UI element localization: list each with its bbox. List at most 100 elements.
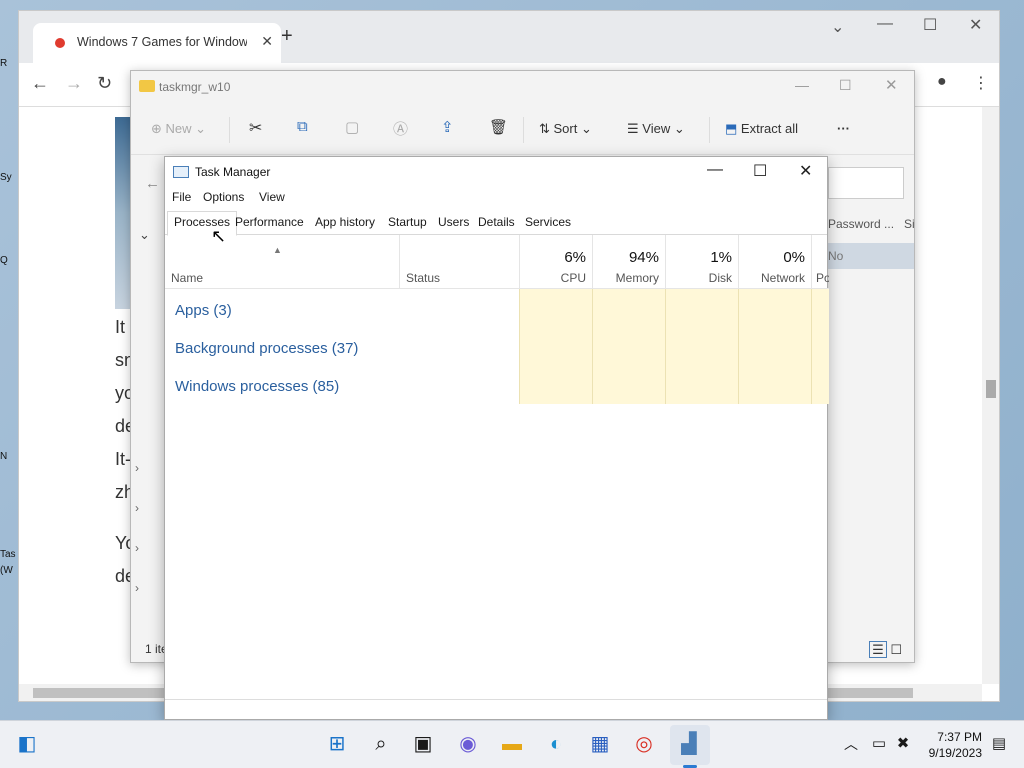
tiles-view-icon[interactable]: ☐ xyxy=(890,642,902,657)
network-label: Network xyxy=(760,271,805,285)
tab-users[interactable]: Users xyxy=(438,215,469,229)
column-disk[interactable]: 1% Disk xyxy=(665,235,738,289)
disk-heat-cell xyxy=(665,289,738,404)
maximize-icon[interactable]: ☐ xyxy=(753,161,767,181)
sort-button[interactable]: ⇅ Sort ⌄ xyxy=(539,121,592,137)
chat-icon[interactable]: ◉ xyxy=(455,731,481,757)
more-options-icon[interactable]: ··· xyxy=(837,121,850,136)
chevron-down-icon[interactable]: ⌄ xyxy=(139,227,150,243)
cpu-label: CPU xyxy=(560,271,586,285)
desktop-label-tas[interactable]: Tas xyxy=(0,549,18,560)
file-explorer-icon[interactable]: ▬ xyxy=(499,731,525,757)
view-icon: ☰ xyxy=(627,121,643,136)
minimize-icon[interactable]: — xyxy=(877,15,893,33)
minimize-icon[interactable]: — xyxy=(707,161,723,179)
tab-search-icon[interactable]: ⌄ xyxy=(831,17,844,37)
share-icon[interactable]: ⇪ xyxy=(441,118,454,136)
task-manager-icon[interactable]: ▟ xyxy=(676,731,702,757)
group-windows-processes[interactable]: Windows processes (85) xyxy=(175,378,339,395)
profile-icon[interactable]: ● xyxy=(937,73,947,91)
browser-tab[interactable]: Windows 7 Games for Windows ✕ xyxy=(33,23,281,63)
column-size[interactable]: Si xyxy=(904,217,915,231)
chevron-up-icon[interactable]: ︿ xyxy=(838,731,864,757)
new-button[interactable]: ⊕ New ⌄ xyxy=(151,121,206,137)
browser-tab-bar: Windows 7 Games for Windows ✕ + ⌄ — ☐ ✕ xyxy=(19,11,999,63)
scroll-thumb[interactable] xyxy=(986,380,996,398)
menu-icon[interactable]: ⋮ xyxy=(973,73,989,93)
widgets-icon[interactable]: ◧ xyxy=(14,731,40,757)
reload-icon[interactable]: ↻ xyxy=(97,73,112,94)
forward-icon[interactable]: → xyxy=(65,73,83,94)
edge-icon[interactable]: ◐ xyxy=(543,731,569,757)
tab-startup[interactable]: Startup xyxy=(388,215,427,229)
close-icon[interactable]: ✕ xyxy=(969,15,982,35)
desktop-label-w[interactable]: (W xyxy=(0,565,18,576)
new-tab-button[interactable]: + xyxy=(281,25,293,48)
cut-icon[interactable]: ✂ xyxy=(249,118,262,138)
disk-percent: 1% xyxy=(710,249,732,266)
vertical-scrollbar[interactable] xyxy=(982,107,999,684)
minimize-icon[interactable]: — xyxy=(795,77,809,93)
close-tab-icon[interactable]: ✕ xyxy=(261,33,273,50)
chevron-right-icon[interactable]: › xyxy=(135,501,139,515)
delete-icon[interactable]: 🗑 xyxy=(489,118,508,136)
details-view-icon[interactable]: ☰ xyxy=(869,641,887,658)
column-password[interactable]: Password ... xyxy=(828,217,894,231)
article-image xyxy=(115,117,131,309)
chevron-right-icon[interactable]: › xyxy=(135,581,139,595)
clock-time: 7:37 PM xyxy=(937,730,982,744)
system-clock[interactable]: 7:37 PM 9/19/2023 xyxy=(929,729,982,761)
maximize-icon[interactable]: ☐ xyxy=(839,77,852,94)
close-icon[interactable]: ✕ xyxy=(885,76,898,94)
tab-performance[interactable]: Performance xyxy=(235,215,304,229)
paste-icon[interactable]: ▢ xyxy=(345,118,359,136)
view-button[interactable]: ☰ View ⌄ xyxy=(627,121,685,137)
search-input[interactable] xyxy=(828,167,904,199)
tab-details[interactable]: Details xyxy=(478,215,515,229)
column-power[interactable]: Po xyxy=(811,235,829,289)
network-icon[interactable]: ▭ xyxy=(866,731,892,757)
close-icon[interactable]: ✕ xyxy=(799,161,812,181)
column-cpu[interactable]: 6% CPU xyxy=(519,235,592,289)
desktop-label-n[interactable]: N xyxy=(0,451,18,462)
maximize-icon[interactable]: ☐ xyxy=(923,15,937,35)
column-memory[interactable]: 94% Memory xyxy=(592,235,665,289)
tab-processes[interactable]: Processes xyxy=(167,211,238,236)
tab-app-history[interactable]: App history xyxy=(315,215,375,229)
column-status[interactable]: Status xyxy=(399,235,519,289)
start-icon[interactable]: ⊞ xyxy=(324,731,350,757)
rename-icon[interactable]: Ⓐ xyxy=(393,118,408,139)
sort-icon: ⇅ xyxy=(539,121,554,136)
search-icon[interactable]: ⌕ xyxy=(368,731,394,757)
column-network[interactable]: 0% Network xyxy=(738,235,811,289)
back-icon[interactable]: ← xyxy=(31,73,49,94)
menu-view[interactable]: View xyxy=(259,190,285,204)
menu-options[interactable]: Options xyxy=(203,190,244,204)
chevron-right-icon[interactable]: › xyxy=(135,461,139,475)
group-apps[interactable]: Apps (3) xyxy=(175,302,232,319)
desktop-label-sy[interactable]: Sy xyxy=(0,172,18,183)
explorer-titlebar: taskmgr_w10 — ☐ ✕ xyxy=(131,71,914,103)
column-name[interactable]: ▲ Name xyxy=(165,235,399,289)
separator xyxy=(229,117,230,143)
new-label: New xyxy=(165,121,192,136)
chrome-icon[interactable]: ◎ xyxy=(631,731,657,757)
store-icon[interactable]: ▦ xyxy=(587,731,613,757)
task-view-icon[interactable]: ▣ xyxy=(410,731,436,757)
notifications-icon[interactable]: ▤ xyxy=(986,731,1012,757)
view-toggle[interactable]: ☰ ☐ xyxy=(869,641,902,658)
extract-all-button[interactable]: ⬒ Extract all xyxy=(725,121,798,137)
menu-file[interactable]: File xyxy=(172,190,191,204)
copy-icon[interactable]: ⧉ xyxy=(297,118,308,135)
file-row[interactable]: No xyxy=(828,243,914,269)
desktop-label-q[interactable]: Q xyxy=(0,255,18,266)
desktop-label-r[interactable]: R xyxy=(0,58,18,69)
memory-heat-cell xyxy=(592,289,665,404)
back-icon[interactable]: ← xyxy=(145,175,160,192)
chevron-right-icon[interactable]: › xyxy=(135,541,139,555)
column-status-label: Status xyxy=(406,271,441,285)
tab-services[interactable]: Services xyxy=(525,215,571,229)
group-background-processes[interactable]: Background processes (37) xyxy=(175,340,358,357)
volume-muted-icon[interactable]: ✖ xyxy=(890,731,916,757)
column-headers: Password ... Si xyxy=(828,211,915,235)
